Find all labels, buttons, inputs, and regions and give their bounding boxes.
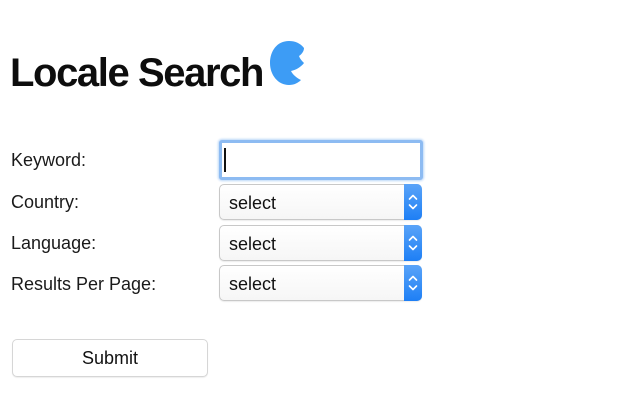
updown-arrows-icon <box>404 265 422 301</box>
results-per-page-label: Results Per Page: <box>11 274 157 294</box>
keyword-label: Keyword: <box>11 150 87 170</box>
language-select-value: select <box>229 234 277 254</box>
page: Locale Search Keyword: Country: select L… <box>0 0 640 400</box>
updown-arrows-icon <box>404 225 422 261</box>
language-label: Language: <box>11 233 97 253</box>
results-per-page-select[interactable]: select <box>219 265 422 301</box>
keyword-input[interactable] <box>219 140 423 180</box>
language-select[interactable]: select <box>219 225 422 261</box>
country-select-value: select <box>229 193 277 213</box>
country-select[interactable]: select <box>219 184 422 220</box>
updown-arrows-icon <box>404 184 422 220</box>
country-label: Country: <box>11 192 80 212</box>
submit-button[interactable]: Submit <box>12 339 208 377</box>
results-per-page-select-value: select <box>229 274 277 294</box>
search-form: Keyword: Country: select Language: selec… <box>0 0 640 400</box>
text-caret <box>224 148 226 172</box>
